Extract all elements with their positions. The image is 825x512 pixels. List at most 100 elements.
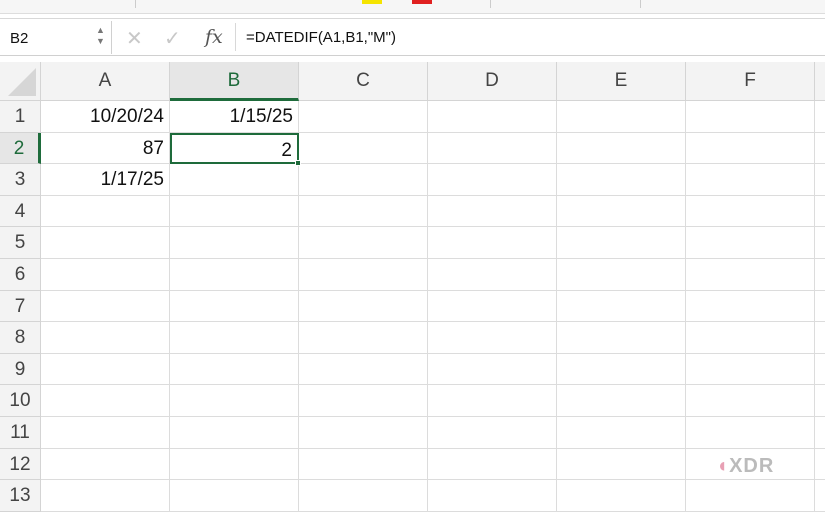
cell-e5[interactable] xyxy=(557,227,686,259)
column-header-a[interactable]: A xyxy=(41,62,170,101)
cell-a11[interactable] xyxy=(41,417,170,449)
enter-icon[interactable]: ✓ xyxy=(164,26,181,51)
cell-e8[interactable] xyxy=(557,322,686,354)
formula-input[interactable]: =DATEDIF(A1,B1,"M") xyxy=(235,23,825,51)
cell-g11[interactable] xyxy=(815,417,825,449)
cell-g12[interactable] xyxy=(815,449,825,481)
cell-a10[interactable] xyxy=(41,385,170,417)
cell-g3[interactable] xyxy=(815,164,825,196)
cell-b12[interactable] xyxy=(170,448,299,481)
row-header-1[interactable]: 1 xyxy=(0,101,41,133)
cell-a1[interactable]: 10/20/24 xyxy=(41,101,170,133)
cell-b5[interactable] xyxy=(170,227,299,259)
name-box-stepper-icon[interactable]: ▲ ▼ xyxy=(96,25,105,47)
cell-b2[interactable]: 2 xyxy=(170,132,301,167)
cell-a8[interactable] xyxy=(41,322,170,354)
cell-d5[interactable] xyxy=(428,227,557,259)
cell-b7[interactable] xyxy=(170,290,299,323)
cell-a4[interactable] xyxy=(41,195,170,228)
column-header-c[interactable]: C xyxy=(299,62,428,101)
cell-f2[interactable] xyxy=(686,132,815,165)
cell-b4[interactable] xyxy=(170,195,299,228)
cell-d10[interactable] xyxy=(428,385,557,417)
fill-handle[interactable] xyxy=(295,160,301,167)
cell-g7[interactable] xyxy=(815,291,825,323)
column-header-e[interactable]: E xyxy=(557,62,686,101)
cell-d8[interactable] xyxy=(428,322,557,354)
cell-b11[interactable] xyxy=(170,417,299,449)
cell-f3[interactable] xyxy=(686,164,815,196)
function-icon[interactable]: fx xyxy=(205,26,223,48)
cell-a9[interactable] xyxy=(41,353,170,386)
cell-f7[interactable] xyxy=(686,290,815,323)
cell-e7[interactable] xyxy=(557,290,686,323)
row-header-10[interactable]: 10 xyxy=(0,385,41,417)
cell-f5[interactable] xyxy=(686,227,815,259)
cell-e1[interactable] xyxy=(557,101,686,133)
cell-e2[interactable] xyxy=(557,132,686,165)
cell-d9[interactable] xyxy=(428,353,557,386)
cell-c6[interactable] xyxy=(299,259,428,291)
cell-g5[interactable] xyxy=(815,227,825,259)
font-color-icon[interactable] xyxy=(412,0,432,4)
cell-c2[interactable] xyxy=(299,132,428,165)
cell-e13[interactable] xyxy=(557,480,686,512)
cell-d1[interactable] xyxy=(428,101,557,133)
column-header-d[interactable]: D xyxy=(428,62,557,101)
cell-d3[interactable] xyxy=(428,164,557,196)
cell-d13[interactable] xyxy=(428,480,557,512)
cell-a6[interactable] xyxy=(41,259,170,291)
cell-b3[interactable] xyxy=(170,164,299,196)
row-header-5[interactable]: 5 xyxy=(0,227,41,259)
cell-d7[interactable] xyxy=(428,290,557,323)
cell-e6[interactable] xyxy=(557,259,686,291)
cell-f9[interactable] xyxy=(686,353,815,386)
cell-d11[interactable] xyxy=(428,417,557,449)
cell-e3[interactable] xyxy=(557,164,686,196)
cell-c5[interactable] xyxy=(299,227,428,259)
column-header-f[interactable]: F xyxy=(686,62,815,101)
cell-c9[interactable] xyxy=(299,353,428,386)
cell-g9[interactable] xyxy=(815,354,825,386)
cell-e11[interactable] xyxy=(557,417,686,449)
cell-g2[interactable] xyxy=(815,133,825,165)
cell-a3[interactable]: 1/17/25 xyxy=(41,164,170,196)
cell-e4[interactable] xyxy=(557,195,686,228)
cell-c3[interactable] xyxy=(299,164,428,196)
cell-c1[interactable] xyxy=(299,101,428,133)
cell-c12[interactable] xyxy=(299,448,428,481)
cell-b10[interactable] xyxy=(170,385,299,417)
cancel-icon[interactable]: ✕ xyxy=(126,26,143,51)
cell-g4[interactable] xyxy=(815,196,825,228)
cell-c7[interactable] xyxy=(299,290,428,323)
row-header-7[interactable]: 7 xyxy=(0,290,41,323)
cell-g8[interactable] xyxy=(815,322,825,354)
cell-f10[interactable] xyxy=(686,385,815,417)
row-header-12[interactable]: 12 xyxy=(0,448,41,481)
cell-c13[interactable] xyxy=(299,480,428,512)
cell-e10[interactable] xyxy=(557,385,686,417)
cell-e9[interactable] xyxy=(557,353,686,386)
cell-b1[interactable]: 1/15/25 xyxy=(170,101,299,133)
cell-d12[interactable] xyxy=(428,448,557,481)
cell-b9[interactable] xyxy=(170,353,299,386)
cell-c4[interactable] xyxy=(299,195,428,228)
cell-f8[interactable] xyxy=(686,322,815,354)
row-header-9[interactable]: 9 xyxy=(0,353,41,386)
cell-a7[interactable] xyxy=(41,290,170,323)
column-header-partial[interactable] xyxy=(815,62,825,101)
cell-g10[interactable] xyxy=(815,385,825,417)
cell-e12[interactable] xyxy=(557,448,686,481)
select-all-button[interactable] xyxy=(0,62,41,101)
cell-c10[interactable] xyxy=(299,385,428,417)
cell-f6[interactable] xyxy=(686,259,815,291)
cell-a13[interactable] xyxy=(41,480,170,512)
cell-f13[interactable] xyxy=(686,480,815,512)
cell-g6[interactable] xyxy=(815,259,825,291)
cell-c11[interactable] xyxy=(299,417,428,449)
cell-f4[interactable] xyxy=(686,195,815,228)
cell-a5[interactable] xyxy=(41,227,170,259)
row-header-6[interactable]: 6 xyxy=(0,259,41,291)
row-header-4[interactable]: 4 xyxy=(0,195,41,228)
cell-b13[interactable] xyxy=(170,480,299,512)
